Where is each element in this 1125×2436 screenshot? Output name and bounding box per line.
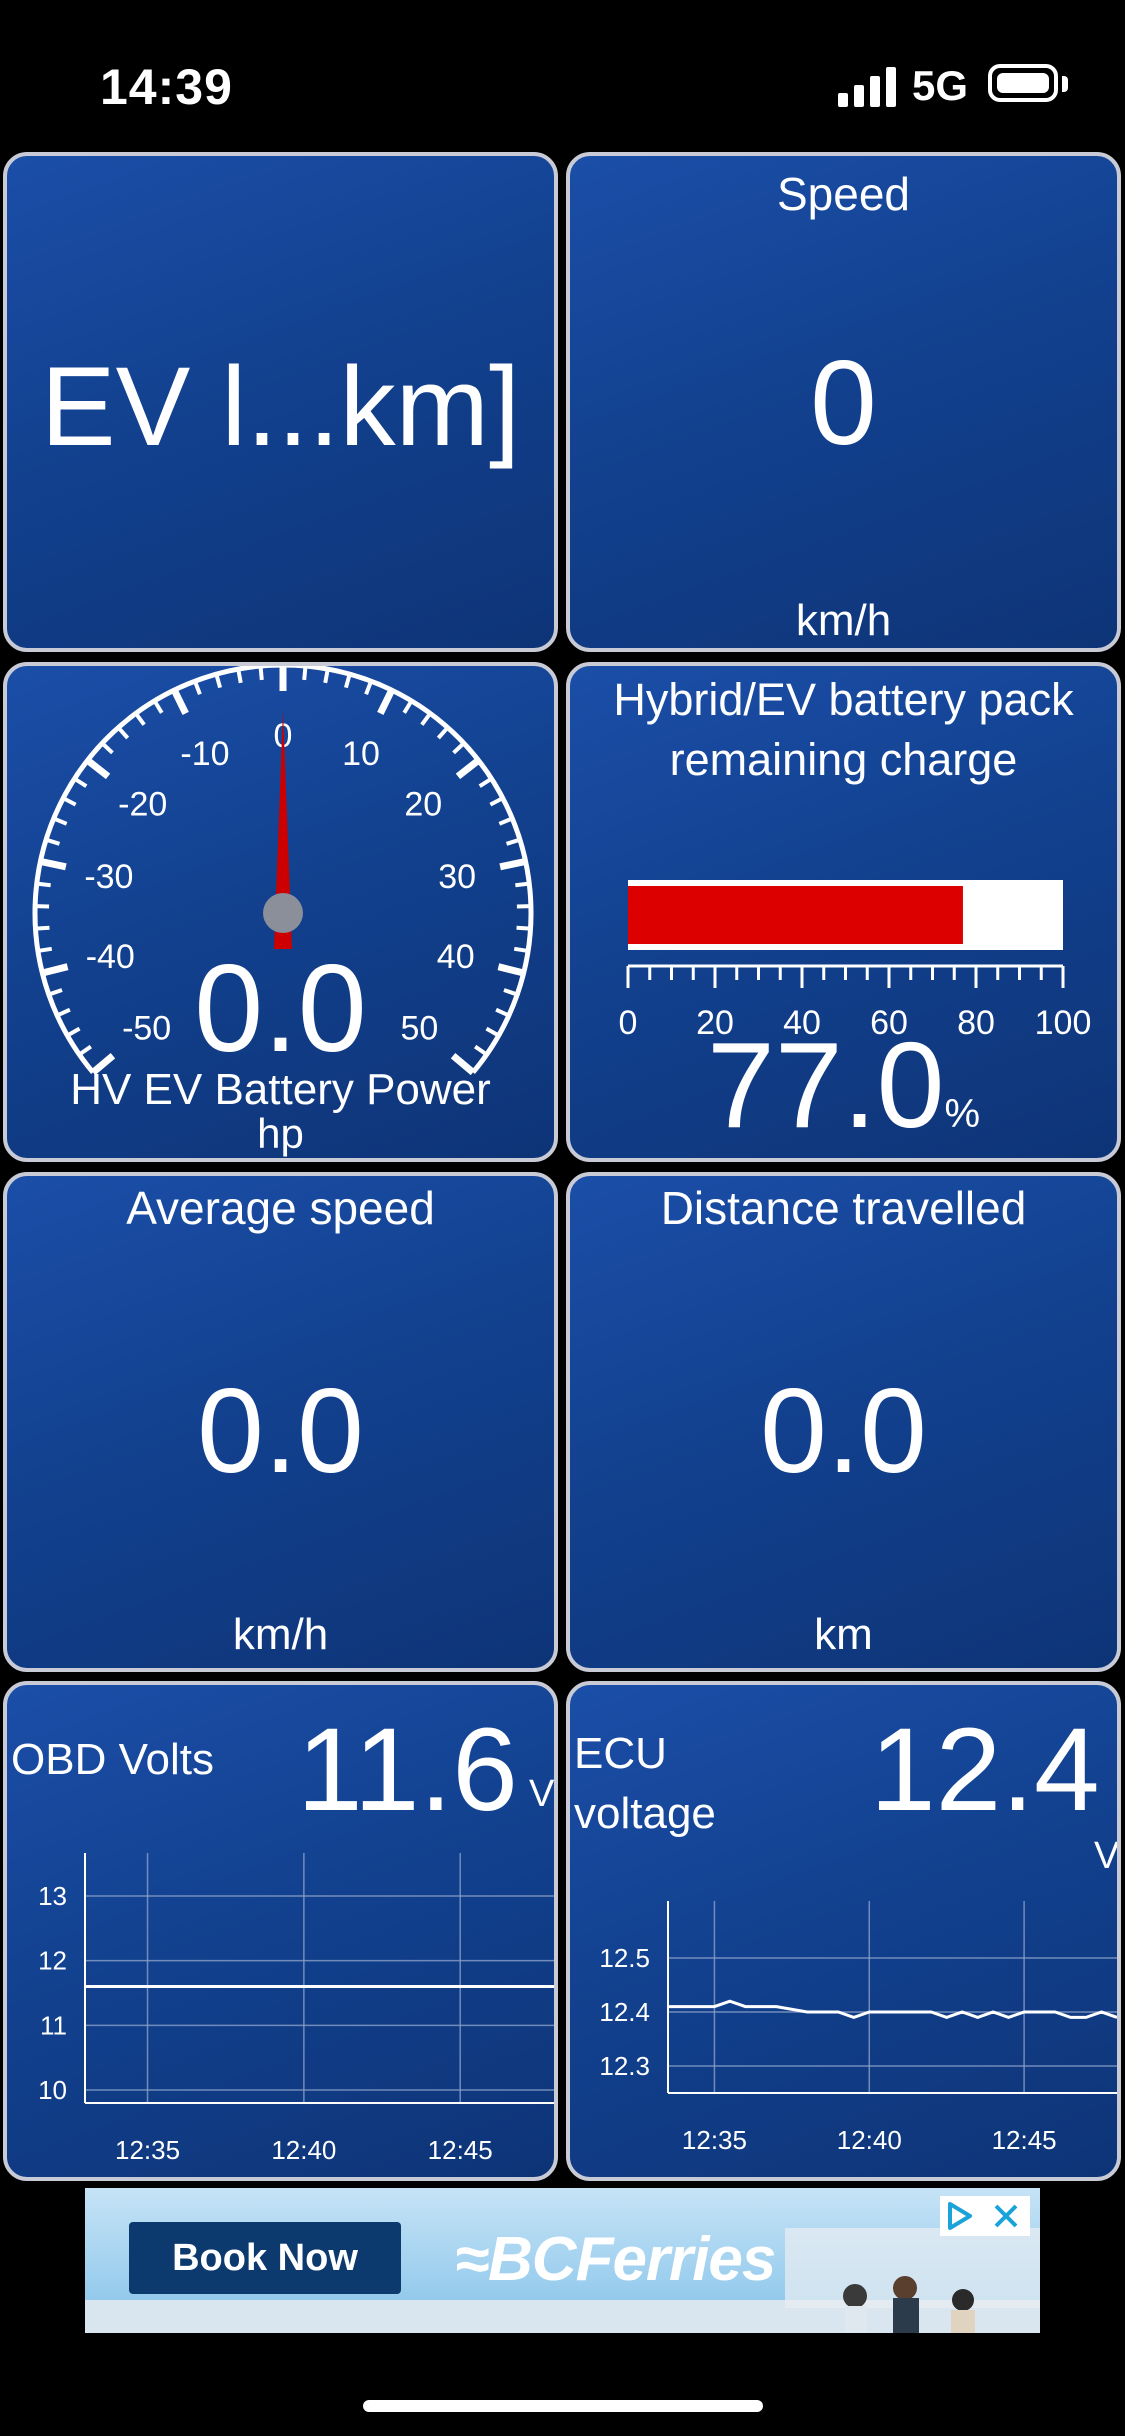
tile-value: 0.0	[194, 940, 367, 1078]
chart-y-tick-label: 10	[38, 2075, 67, 2105]
gauge-minor-tick	[52, 816, 68, 826]
gauge-minor-tick	[214, 673, 222, 689]
chart-x-tick-label: 12:35	[682, 2125, 747, 2155]
status-time: 14:39	[100, 59, 233, 115]
gauge-minor-tick	[36, 881, 51, 888]
tile-unit: km/h	[795, 596, 892, 645]
obd-volts-chart: 13 12 11 10 12:35 12:40 12:45	[38, 1853, 554, 2165]
gauge-minor-tick	[302, 666, 308, 681]
gauge-minor-tick	[236, 668, 243, 684]
tile-average-speed[interactable]: Average speed 0.0 km/h	[3, 1172, 558, 1672]
book-now-button[interactable]: Book Now	[129, 2222, 401, 2294]
tile-value: EV l...km]	[40, 344, 521, 469]
status-bar: 14:39 5G	[0, 0, 1125, 150]
gauge-major-tick	[377, 688, 395, 716]
gauge-major-tick	[455, 757, 481, 780]
home-indicator[interactable]	[363, 2400, 763, 2412]
gauge-major-tick	[39, 858, 67, 871]
ad-banner[interactable]: Book Now ≈BCFerries	[85, 2188, 1040, 2333]
tile-title: Distance travelled	[660, 1182, 1027, 1234]
tile-title: Average speed	[126, 1182, 435, 1234]
tile-obd-volts[interactable]: OBD Volts 11.6 V 13 12 11 10 12:35 12:40 12:45	[3, 1681, 558, 2181]
chart-x-tick-label: 12:40	[271, 2135, 336, 2165]
tile-speed[interactable]: Speed 0 km/h	[566, 152, 1121, 652]
charge-unit: %	[944, 1092, 981, 1136]
gauge-tick-label: 20	[404, 785, 442, 823]
gauge-minor-tick	[436, 726, 450, 740]
gauge-minor-tick	[402, 699, 414, 714]
gauge-minor-tick	[100, 741, 114, 755]
gauge-hub	[263, 893, 303, 933]
gauge-minor-tick	[452, 741, 466, 755]
cellular-signal-icon	[838, 67, 896, 107]
battery-icon	[988, 64, 1058, 102]
tile-value: 0	[810, 336, 877, 470]
chart-y-tick-label: 12.5	[599, 1943, 650, 1973]
gauge-major-tick	[171, 688, 189, 716]
chart-x-tick-label: 12:45	[428, 2135, 493, 2165]
tile-battery-power[interactable]: -50-40-30-20-1001020304050 0.0 HV EV Bat…	[3, 662, 558, 1162]
tile-value: 77.0%	[570, 1017, 1117, 1158]
gauge-minor-tick	[193, 680, 202, 695]
gauge-minor-tick	[45, 837, 61, 846]
ad-controls	[940, 2196, 1030, 2236]
tile-ev-range[interactable]: EV l...km]	[3, 152, 558, 652]
chart-y-tick-label: 11	[40, 2010, 67, 2040]
gauge-tick-label: -10	[180, 735, 229, 773]
charge-value: 77.0	[706, 1017, 945, 1153]
gauge-minor-tick	[152, 699, 164, 714]
chart-series-line	[668, 1999, 1117, 2019]
gauge-minor-tick	[489, 796, 504, 807]
network-type: 5G	[912, 62, 969, 109]
gauge-minor-tick	[258, 666, 264, 681]
tile-distance-travelled[interactable]: Distance travelled 0.0 km	[566, 1172, 1121, 1672]
ad-brand-logo: ≈BCFerries	[455, 2225, 776, 2294]
gauge-minor-tick	[364, 680, 373, 695]
gauge-tick-label: -20	[118, 785, 167, 823]
tile-unit: km/h	[232, 1610, 329, 1659]
gauge-minor-tick	[73, 776, 88, 788]
chart-x-tick-label: 12:45	[992, 2125, 1057, 2155]
adchoices-icon[interactable]	[948, 2202, 972, 2230]
tile-title: Speed	[776, 168, 910, 220]
tile-battery-charge[interactable]: Hybrid/EV battery pack remaining charge …	[566, 662, 1121, 1162]
ad-brand-text: BCFerries	[488, 2225, 776, 2294]
charge-bar-fill	[628, 886, 963, 944]
close-icon[interactable]	[994, 2204, 1018, 2228]
gauge-major-tick	[85, 757, 111, 780]
tile-unit: hp	[257, 1110, 304, 1157]
tile-ecu-voltage[interactable]: ECU voltage 12.4 V 12.5 12.4 12.3 12:35 12:4…	[566, 1681, 1121, 2181]
gauge-minor-tick	[344, 673, 352, 689]
gauge-minor-tick	[62, 796, 77, 807]
gauge-minor-tick	[505, 837, 521, 846]
battery-nub	[1062, 76, 1068, 92]
gauge-minor-tick	[420, 712, 432, 726]
gauge-tick-label: 30	[438, 858, 476, 896]
gauge-minor-tick	[478, 776, 493, 788]
gauge-minor-tick	[515, 881, 530, 888]
ecu-voltage-chart: 12.5 12.4 12.3 12:35 12:40 12:45	[599, 1901, 1117, 2155]
chart-y-tick-label: 12	[38, 1946, 67, 1976]
gauge-minor-tick	[35, 925, 50, 931]
chart-y-tick-label: 13	[38, 1881, 67, 1911]
gauge-minor-tick	[516, 925, 531, 931]
chart-x-tick-label: 12:40	[837, 2125, 902, 2155]
tile-unit: km	[814, 1610, 873, 1659]
tile-value: 0.0	[197, 1364, 364, 1498]
gauge-major-tick	[499, 858, 527, 871]
gauge-minor-tick	[498, 816, 514, 826]
gauge-minor-tick	[323, 668, 330, 684]
gauge-minor-tick	[116, 726, 130, 740]
gauge-minor-tick	[134, 712, 146, 726]
chart-x-tick-label: 12:35	[115, 2135, 180, 2165]
tile-value: 0.0	[760, 1364, 927, 1498]
chart-y-tick-label: 12.3	[599, 2051, 650, 2081]
chart-y-tick-label: 12.4	[599, 1997, 650, 2027]
gauge-tick-label: 10	[342, 735, 380, 773]
gauge-tick-label: -30	[84, 858, 133, 896]
